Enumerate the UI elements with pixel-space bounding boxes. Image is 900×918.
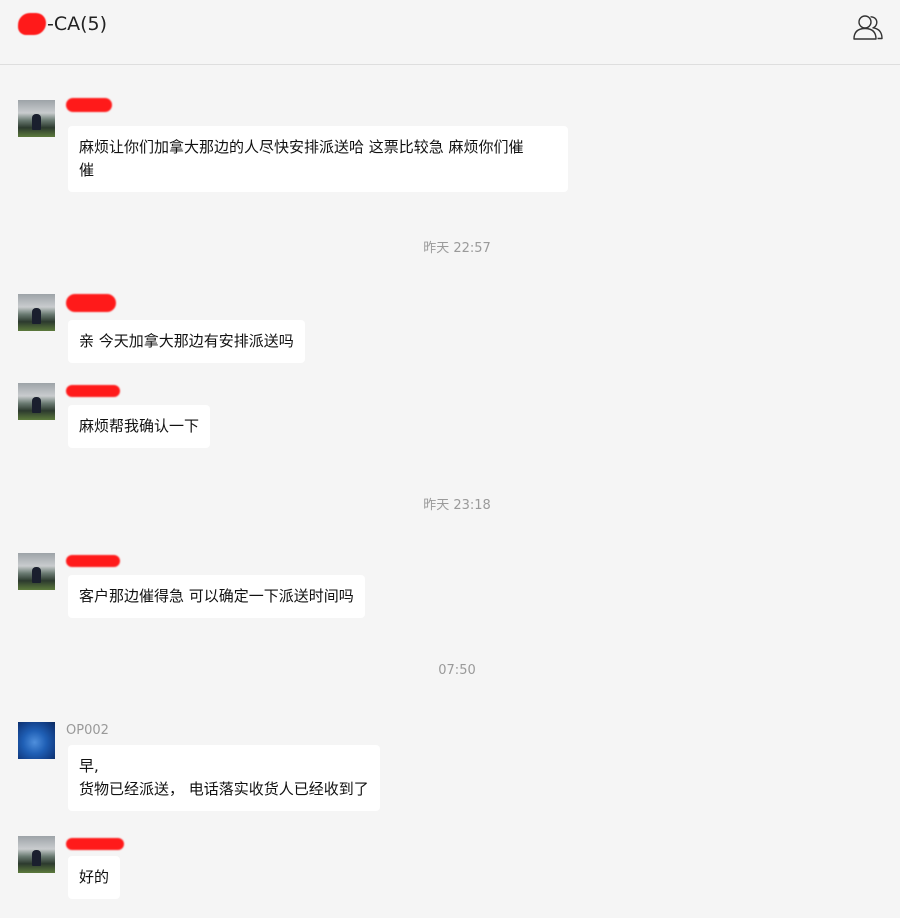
avatar[interactable] [18,836,55,873]
avatar[interactable] [18,383,55,420]
message-bubble[interactable]: 好的 [68,856,121,899]
timestamp: 昨天 23:18 [423,498,491,513]
timestamp: 昨天 22:57 [423,241,491,256]
sender-name [66,385,120,403]
sender-name [66,555,120,573]
redacted-name-mark [18,13,46,35]
chat-title-text: -CA(5) [47,13,108,35]
sender-name [66,294,116,312]
redacted-sender-mark [66,98,112,112]
message-bubble[interactable]: 早, 货物已经派送， 电话落实收货人已经收到了 [68,745,380,811]
sender-name: OP002 [66,723,109,738]
message-bubble[interactable]: 亲 今天加拿大那边有安排派送吗 [68,320,305,363]
avatar[interactable] [18,294,55,331]
message-bubble[interactable]: 麻烦让你们加拿大那边的人尽快安排派送哈 这票比较急 麻烦你们催 催 [68,126,568,192]
redacted-sender-mark [66,385,120,397]
avatar[interactable] [18,553,55,590]
chat-header: -CA(5) [0,0,900,65]
message-bubble[interactable]: 麻烦帮我确认一下 [68,405,211,448]
timestamp: 07:50 [438,663,476,678]
message-list[interactable]: 麻烦让你们加拿大那边的人尽快安排派送哈 这票比较急 麻烦你们催 催 昨天 22:… [0,65,900,918]
members-button[interactable] [852,12,884,44]
sender-name [66,98,112,116]
message-bubble[interactable]: 客户那边催得急 可以确定一下派送时间吗 [68,575,365,618]
avatar[interactable] [18,722,55,759]
redacted-sender-mark [66,555,120,567]
sender-name [66,838,124,856]
chat-window: -CA(5) 麻烦让你们加拿大那边的人尽快安排派送哈 这票比较急 麻烦你们催 催… [0,0,900,918]
avatar[interactable] [18,100,55,137]
people-icon [853,15,883,40]
chat-title: -CA(5) [18,13,107,35]
redacted-sender-mark [66,838,124,850]
redacted-sender-mark [66,294,116,312]
